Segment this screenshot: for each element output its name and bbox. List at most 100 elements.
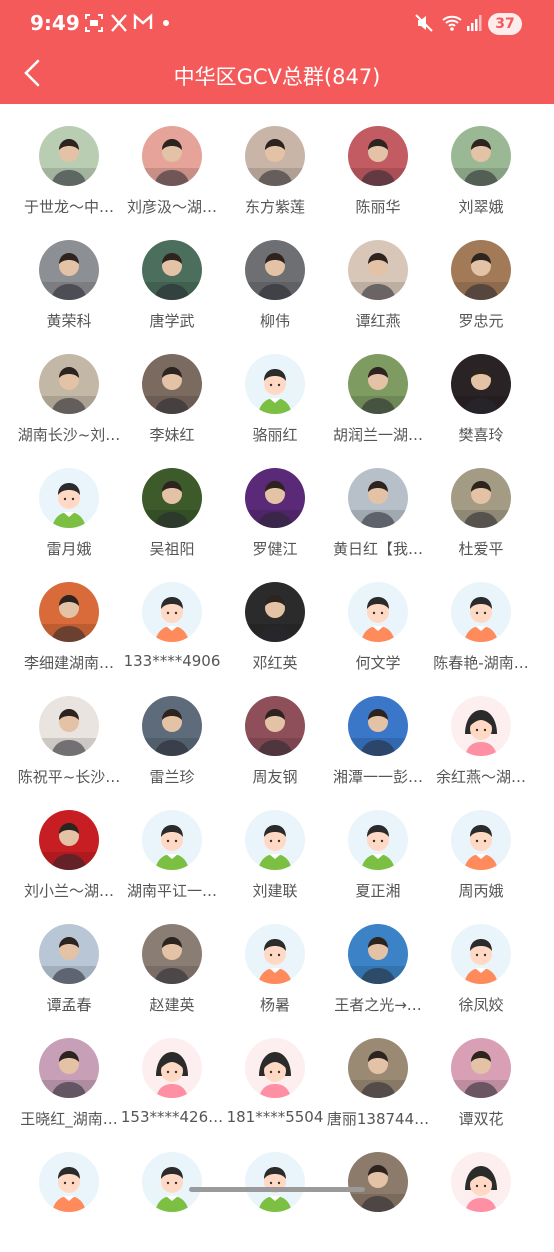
member-item[interactable]: 胡润兰一湖… <box>326 340 430 454</box>
member-item[interactable]: 吴祖阳 <box>120 454 224 568</box>
home-indicator[interactable] <box>189 1187 365 1192</box>
member-item[interactable]: 东方紫莲 <box>223 112 327 226</box>
member-item[interactable]: 王晓红_湖南… <box>17 1024 121 1138</box>
member-item[interactable]: 王者之光→… <box>326 910 430 1024</box>
member-avatar <box>451 468 511 528</box>
gmail-icon <box>133 13 153 36</box>
member-item[interactable]: 刘翠娥 <box>429 112 533 226</box>
member-item[interactable]: 余红燕～湖… <box>429 682 533 796</box>
member-name: 黄荣科 <box>46 312 92 330</box>
member-item[interactable] <box>223 1138 327 1252</box>
member-avatar <box>245 582 305 642</box>
member-item[interactable]: 赵建英 <box>120 910 224 1024</box>
notification-dot-icon <box>162 13 170 38</box>
page-title: 中华区GCV总群(847) <box>173 65 381 89</box>
member-item[interactable]: 雷月娥 <box>17 454 121 568</box>
member-avatar <box>142 468 202 528</box>
member-name: 胡润兰一湖… <box>332 426 423 444</box>
default-avatar-icon <box>39 1152 99 1212</box>
member-item[interactable]: 133****4906 <box>120 568 224 682</box>
member-name: 于世龙～中… <box>23 198 114 216</box>
member-name: 湘潭一一彭… <box>332 768 423 786</box>
member-item[interactable]: 唐丽138744… <box>326 1024 430 1138</box>
member-avatar <box>348 1038 408 1098</box>
default-avatar-icon <box>451 1152 511 1212</box>
member-item[interactable]: 刘建联 <box>223 796 327 910</box>
member-avatar <box>451 354 511 414</box>
member-item[interactable]: 湘潭一一彭… <box>326 682 430 796</box>
member-name: 雷月娥 <box>46 540 92 558</box>
default-avatar-icon <box>451 810 511 870</box>
member-name: 唐丽138744… <box>326 1110 430 1128</box>
member-item[interactable]: 刘小兰～湖… <box>17 796 121 910</box>
member-item[interactable]: 黄荣科 <box>17 226 121 340</box>
screenshot-icon <box>84 13 104 38</box>
member-avatar <box>39 1038 99 1098</box>
member-avatar <box>39 582 99 642</box>
member-avatar <box>39 924 99 984</box>
member-item[interactable] <box>120 1138 224 1252</box>
default-avatar-icon <box>39 468 99 528</box>
member-item[interactable]: 杨暑 <box>223 910 327 1024</box>
member-name: 刘彦汲～湖… <box>126 198 217 216</box>
member-item[interactable]: 湖南长沙~刘… <box>17 340 121 454</box>
member-item[interactable]: 罗忠元 <box>429 226 533 340</box>
chevron-left-icon <box>24 59 40 87</box>
signal-icon <box>466 13 482 38</box>
member-item[interactable]: 陈丽华 <box>326 112 430 226</box>
member-item[interactable]: 周友钢 <box>223 682 327 796</box>
default-avatar-icon <box>451 582 511 642</box>
member-name: 陈春艳-湖南… <box>433 654 529 672</box>
default-avatar-icon <box>245 810 305 870</box>
member-name: 杜爱平 <box>458 540 504 558</box>
member-item[interactable]: 徐凤姣 <box>429 910 533 1024</box>
app-header: 9:49 37 中华区GCV总群(847) <box>0 0 554 104</box>
member-item[interactable]: 153****426… <box>120 1024 224 1138</box>
member-name: 黄日红【我… <box>332 540 423 558</box>
default-avatar-icon <box>348 582 408 642</box>
member-item[interactable]: 刘彦汲～湖… <box>120 112 224 226</box>
member-item[interactable]: 陈春艳-湖南… <box>429 568 533 682</box>
member-avatar <box>142 126 202 186</box>
member-item[interactable]: 于世龙～中… <box>17 112 121 226</box>
member-item[interactable]: 夏正湘 <box>326 796 430 910</box>
member-name: 刘建联 <box>252 882 298 900</box>
member-avatar <box>39 696 99 756</box>
member-name: 湖南长沙~刘… <box>17 426 121 444</box>
member-item[interactable]: 何文学 <box>326 568 430 682</box>
member-item[interactable] <box>17 1138 121 1252</box>
member-item[interactable]: 邓红英 <box>223 568 327 682</box>
member-avatar <box>39 240 99 300</box>
member-name: 罗忠元 <box>458 312 504 330</box>
member-item[interactable]: 李细建湖南… <box>17 568 121 682</box>
member-name: 柳伟 <box>259 312 290 330</box>
member-avatar <box>142 696 202 756</box>
mute-icon <box>414 13 434 38</box>
member-name: 周丙娥 <box>458 882 504 900</box>
member-item[interactable]: 柳伟 <box>223 226 327 340</box>
member-item[interactable]: 李妹红 <box>120 340 224 454</box>
member-item[interactable]: 罗健江 <box>223 454 327 568</box>
member-item[interactable]: 骆丽红 <box>223 340 327 454</box>
back-button[interactable] <box>18 58 48 88</box>
member-name: 刘翠娥 <box>458 198 504 216</box>
member-item[interactable]: 樊喜玲 <box>429 340 533 454</box>
member-avatar <box>245 240 305 300</box>
member-avatar <box>245 126 305 186</box>
member-avatar <box>245 468 305 528</box>
member-item[interactable] <box>326 1138 430 1252</box>
member-item[interactable]: 湖南平讧一… <box>120 796 224 910</box>
member-item[interactable]: 周丙娥 <box>429 796 533 910</box>
member-item[interactable]: 谭孟春 <box>17 910 121 1024</box>
member-item[interactable]: 雷兰珍 <box>120 682 224 796</box>
member-name: 骆丽红 <box>252 426 298 444</box>
member-item[interactable]: 谭红燕 <box>326 226 430 340</box>
member-item[interactable]: 181****5504 <box>223 1024 327 1138</box>
member-item[interactable]: 黄日红【我… <box>326 454 430 568</box>
member-item[interactable]: 谭双花 <box>429 1024 533 1138</box>
member-item[interactable]: 唐学武 <box>120 226 224 340</box>
member-item[interactable]: 陈祝平~长沙… <box>17 682 121 796</box>
member-item[interactable]: 杜爱平 <box>429 454 533 568</box>
member-item[interactable] <box>429 1138 533 1252</box>
member-name: 周友钢 <box>252 768 298 786</box>
